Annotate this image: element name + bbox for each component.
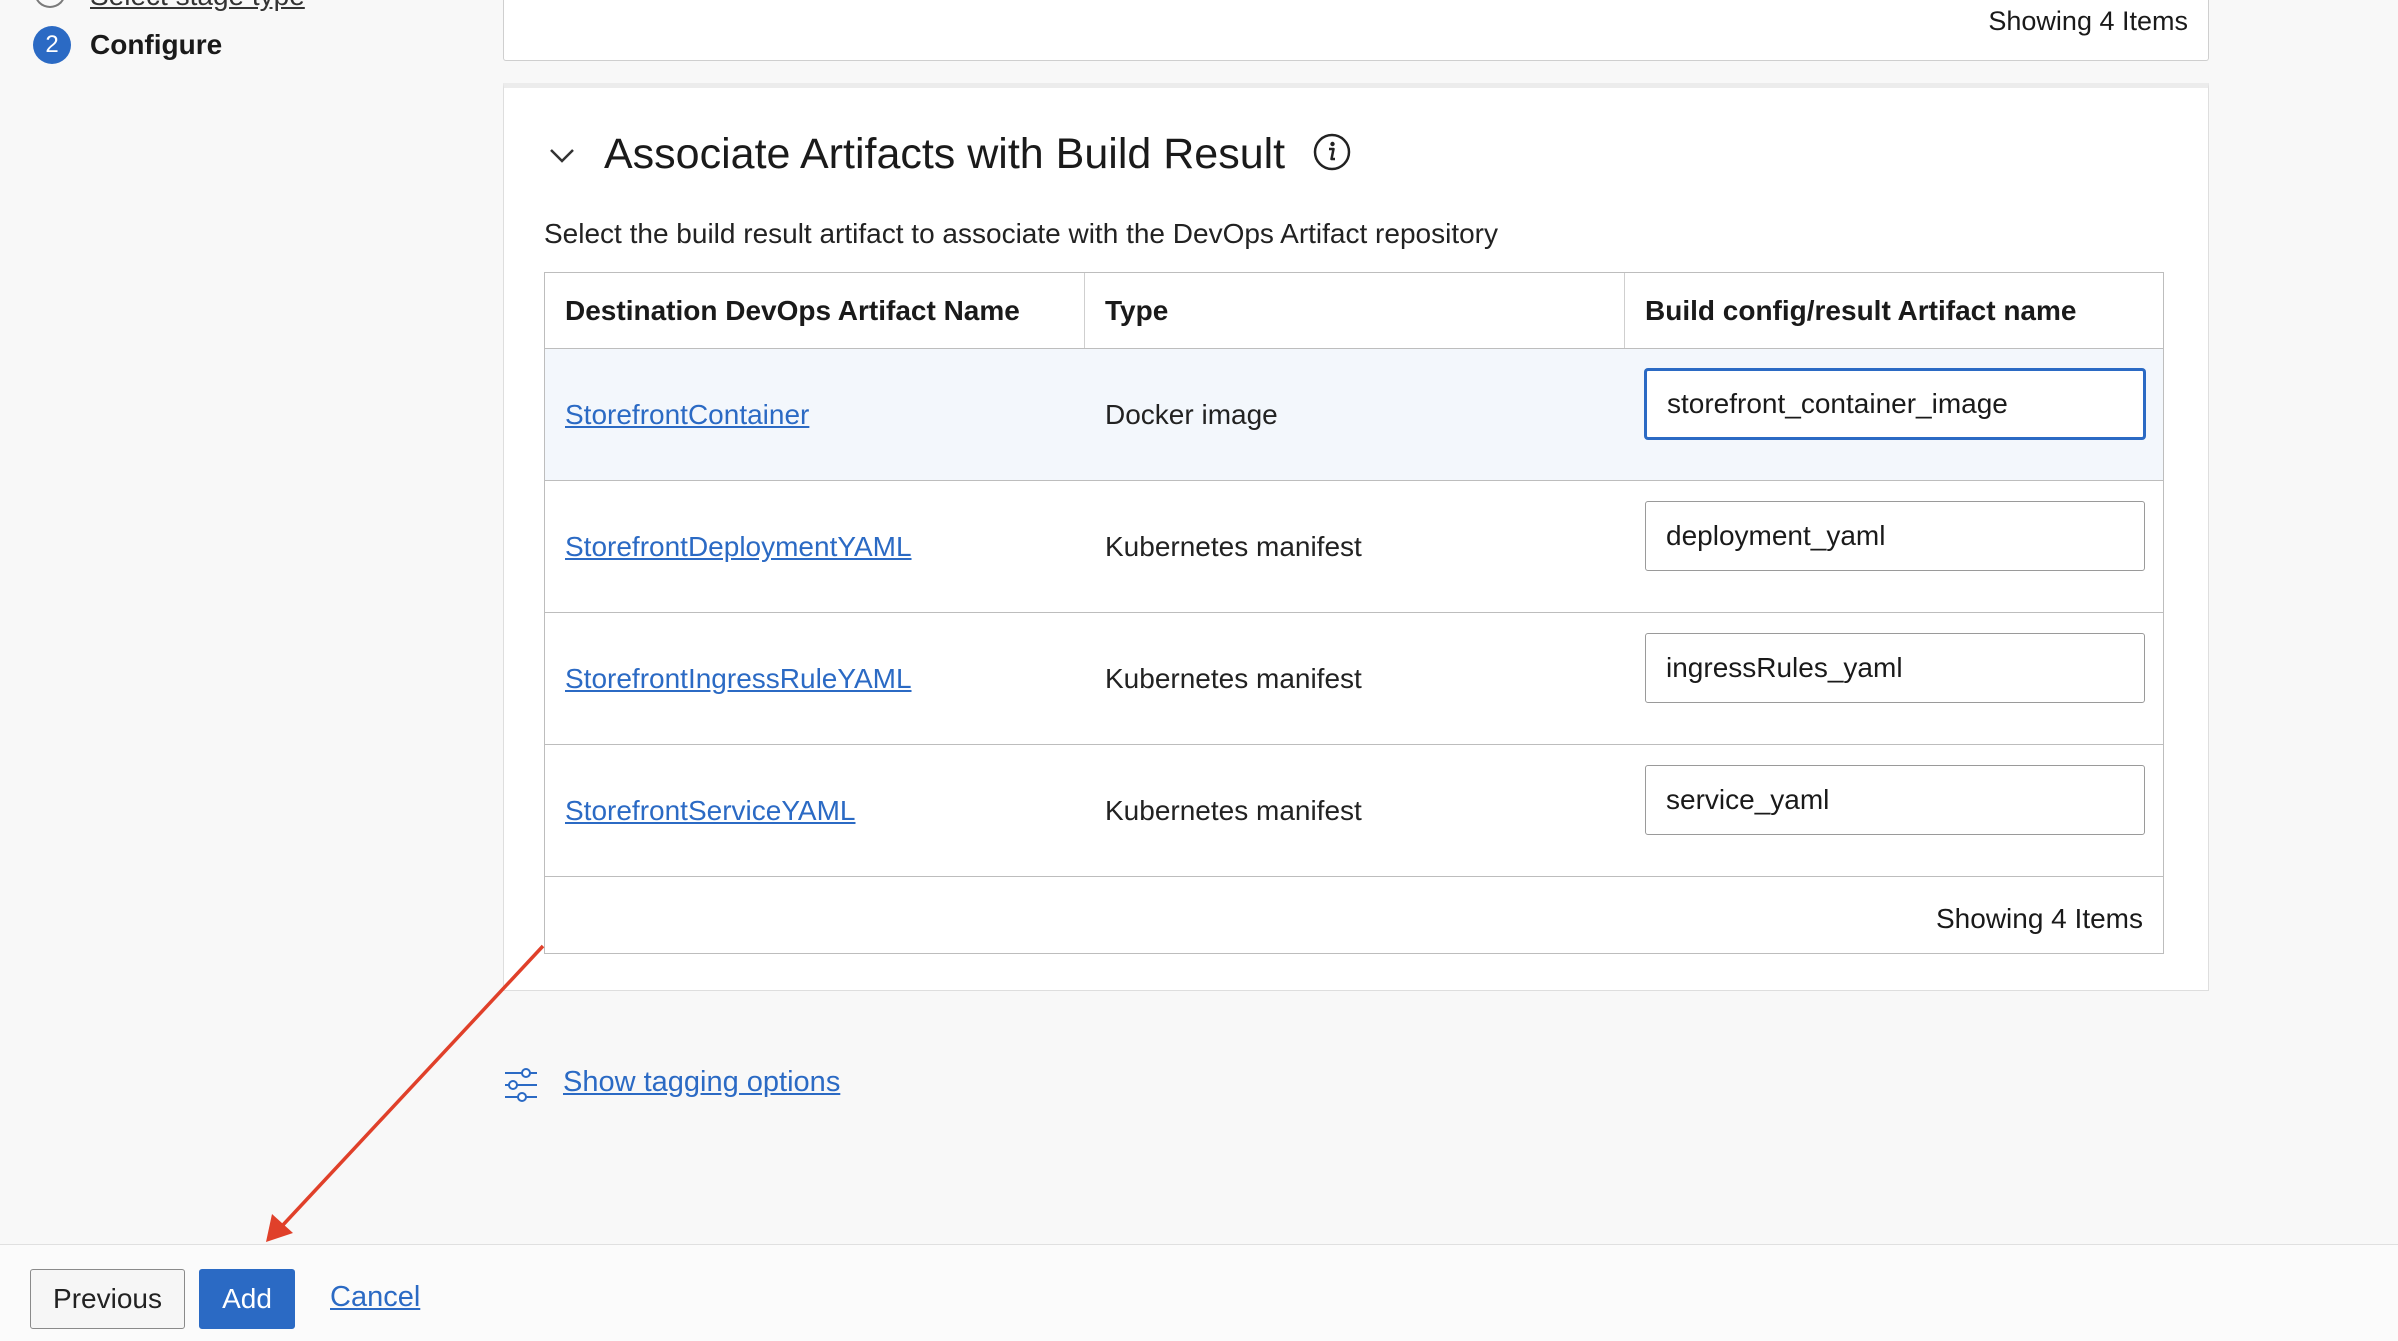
previous-table-panel: Showing 4 Items: [503, 0, 2209, 61]
column-header-destination[interactable]: Destination DevOps Artifact Name: [545, 273, 1085, 348]
column-header-build-artifact[interactable]: Build config/result Artifact name: [1625, 273, 2165, 348]
table-row[interactable]: StorefrontIngressRuleYAML Kubernetes man…: [545, 613, 2163, 745]
sliders-icon[interactable]: [502, 1066, 540, 1104]
artifact-link[interactable]: StorefrontDeploymentYAML: [565, 531, 912, 563]
step-1-indicator: [34, 0, 66, 8]
artifact-link[interactable]: StorefrontIngressRuleYAML: [565, 663, 912, 695]
artifact-type: Docker image: [1105, 399, 1278, 430]
step-1-link[interactable]: Select stage type: [90, 0, 305, 12]
table-row[interactable]: StorefrontDeploymentYAML Kubernetes mani…: [545, 481, 2163, 613]
artifact-type: Kubernetes manifest: [1105, 663, 1362, 694]
build-artifact-name-input[interactable]: [1645, 501, 2145, 571]
show-tagging-options-link[interactable]: Show tagging options: [563, 1066, 840, 1099]
artifact-link[interactable]: StorefrontServiceYAML: [565, 795, 856, 827]
build-artifact-name-input[interactable]: [1645, 633, 2145, 703]
build-artifact-name-input[interactable]: [1645, 765, 2145, 835]
previous-button[interactable]: Previous: [30, 1269, 185, 1329]
info-icon[interactable]: [1312, 132, 1352, 172]
build-artifact-name-input[interactable]: [1645, 369, 2145, 439]
column-header-type[interactable]: Type: [1085, 273, 1625, 348]
table-header: Destination DevOps Artifact Name Type Bu…: [545, 273, 2163, 349]
chevron-down-icon[interactable]: [547, 140, 577, 170]
cancel-link[interactable]: Cancel: [330, 1281, 420, 1314]
artifact-link[interactable]: StorefrontContainer: [565, 399, 809, 431]
step-2-indicator: 2: [33, 26, 71, 64]
previous-table-count: Showing 4 Items: [1988, 6, 2188, 36]
table-item-count: Showing 4 Items: [1936, 903, 2143, 934]
artifact-type: Kubernetes manifest: [1105, 531, 1362, 562]
artifacts-table: Destination DevOps Artifact Name Type Bu…: [544, 272, 2164, 954]
table-row[interactable]: StorefrontServiceYAML Kubernetes manifes…: [545, 745, 2163, 877]
add-button[interactable]: Add: [199, 1269, 295, 1329]
section-title: Associate Artifacts with Build Result: [604, 130, 1286, 178]
associate-artifacts-section: Associate Artifacts with Build Result Se…: [503, 83, 2209, 991]
step-2-label: Configure: [90, 29, 223, 60]
section-description: Select the build result artifact to asso…: [544, 218, 1498, 249]
form-footer: Previous Add Cancel: [0, 1244, 2398, 1341]
table-row[interactable]: StorefrontContainer Docker image: [545, 349, 2163, 481]
artifact-type: Kubernetes manifest: [1105, 795, 1362, 826]
